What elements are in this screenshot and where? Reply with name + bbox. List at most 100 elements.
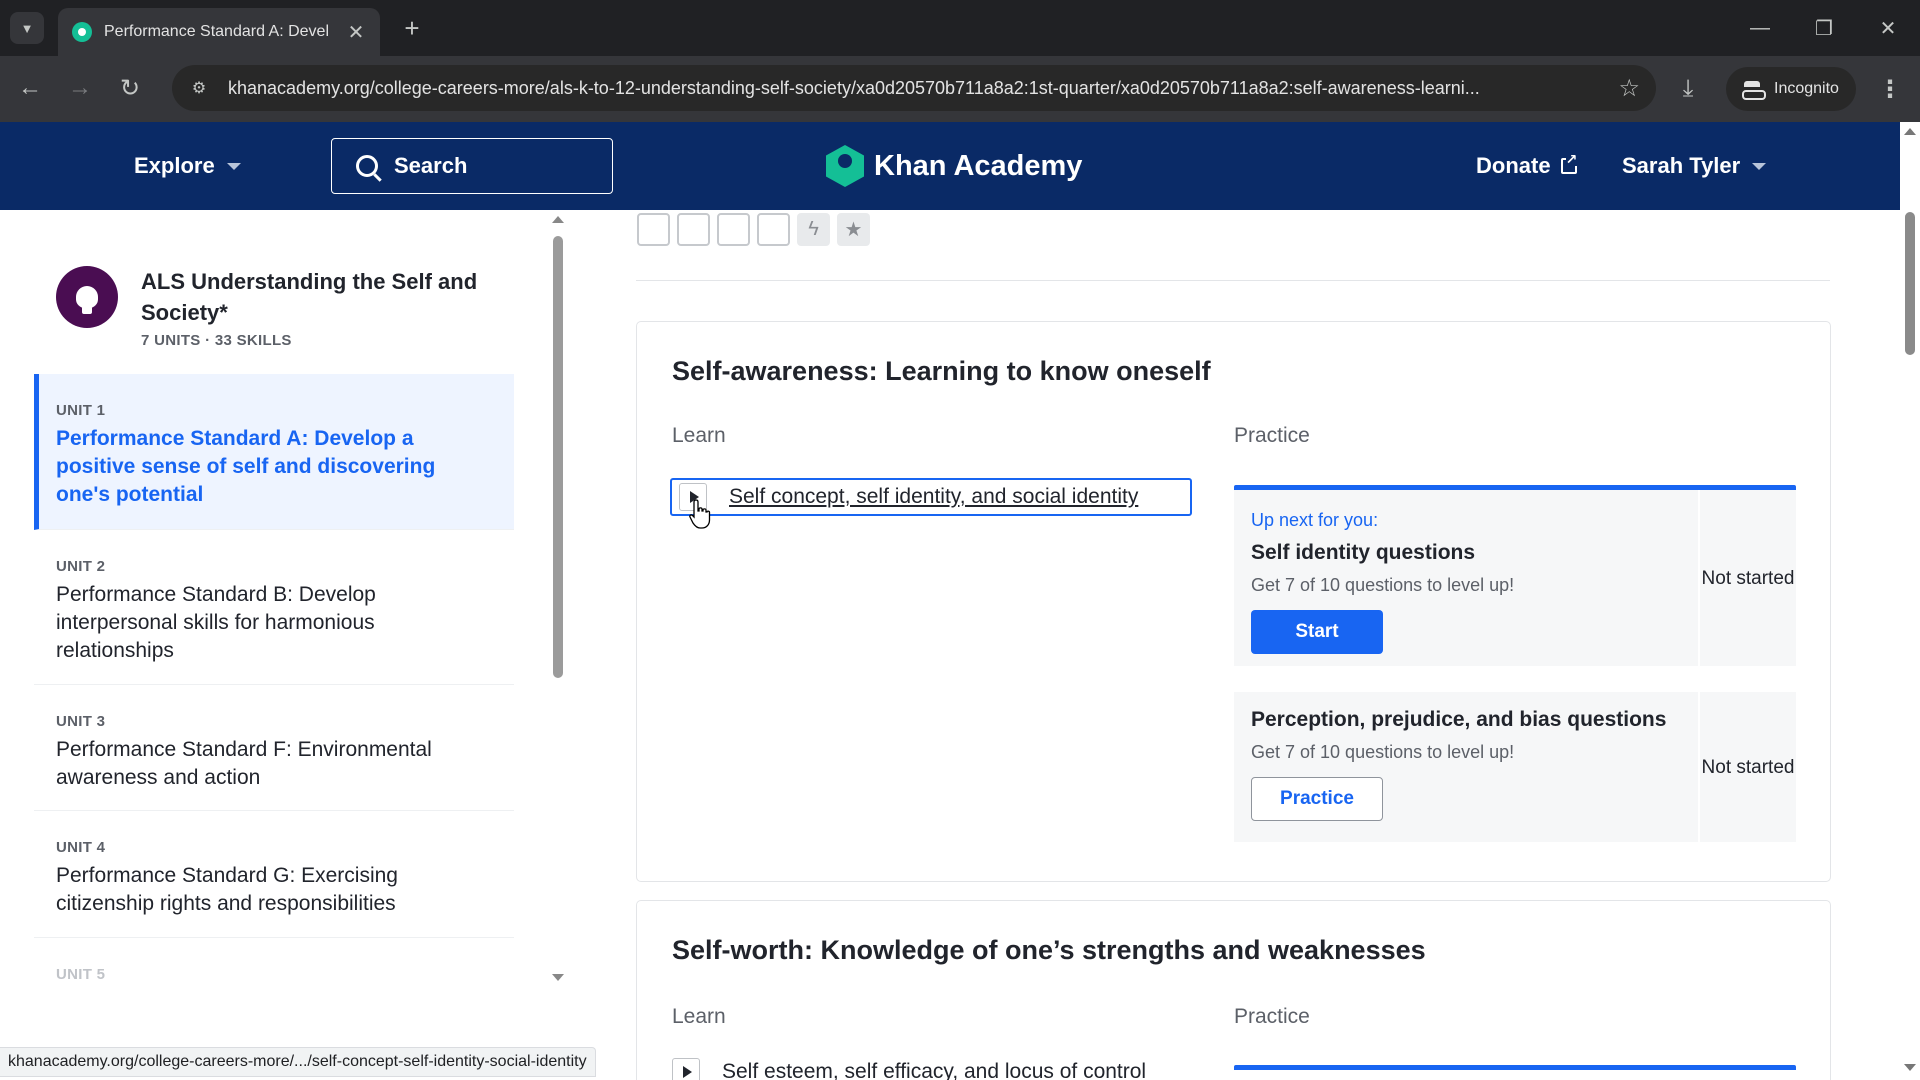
practice-item: Up next for you: Self identity questions… <box>1234 490 1796 666</box>
video-title[interactable]: Self esteem, self efficacy, and locus of… <box>722 1060 1146 1080</box>
khan-academy-logo[interactable]: Khan Academy <box>826 144 1082 188</box>
chevron-down-icon <box>1752 162 1767 170</box>
course-meta: 7 UNITS · 33 SKILLS <box>141 332 292 349</box>
restore-icon[interactable]: ❐ <box>1792 0 1856 56</box>
chevron-down-icon <box>226 162 241 170</box>
start-button[interactable]: Start <box>1251 610 1383 654</box>
page-scroll-down-icon[interactable] <box>1904 1064 1916 1071</box>
sidebar-scrollbar-thumb[interactable] <box>553 236 563 678</box>
incognito-badge[interactable]: Incognito <box>1726 67 1856 111</box>
logo-text: Khan Academy <box>874 149 1083 182</box>
unit-title: Performance Standard G: Exercising citiz… <box>56 864 398 915</box>
bookmark-star-icon[interactable]: ☆ <box>1618 74 1640 103</box>
forward-icon[interactable]: → <box>62 70 98 106</box>
up-next-label: Up next for you: <box>1251 510 1379 530</box>
practice-label: Practice <box>1234 424 1310 447</box>
progress-square <box>717 213 750 246</box>
user-menu[interactable]: Sarah Tyler <box>1622 146 1767 186</box>
unit-title: Performance Standard A: Develop a positi… <box>56 427 436 506</box>
sidebar-unit-2[interactable]: UNIT 2 Performance Standard B: Develop i… <box>34 530 514 685</box>
sidebar-unit-4[interactable]: UNIT 4 Performance Standard G: Exercisin… <box>34 811 514 938</box>
khan-favicon-icon <box>72 22 92 42</box>
practice-subtitle: Get 7 of 10 questions to level up! <box>1251 742 1515 762</box>
video-link[interactable]: Self concept, self identity, and social … <box>670 478 1192 516</box>
unit-label: UNIT 5 <box>56 966 106 983</box>
unit-label: UNIT 4 <box>56 839 106 856</box>
search-icon <box>356 155 378 177</box>
lesson-title[interactable]: Self-awareness: Learning to know oneself <box>672 356 1211 387</box>
practice-title: Self identity questions <box>1251 541 1476 564</box>
sidebar-scroll-down-icon[interactable] <box>552 974 564 981</box>
site-info-icon[interactable]: ⚙ <box>184 73 214 103</box>
sidebar-scroll-up-icon[interactable] <box>552 216 564 223</box>
incognito-icon <box>1742 81 1766 100</box>
sidebar-unit-1[interactable]: UNIT 1 Performance Standard A: Develop a… <box>34 374 514 530</box>
donate-label: Donate <box>1476 153 1551 178</box>
browser-menu-icon[interactable]: ⋮ <box>1874 71 1906 107</box>
sidebar-unit-5[interactable]: UNIT 5 <box>34 938 514 1038</box>
window-close-icon[interactable]: ✕ <box>1856 0 1920 56</box>
browser-tab-bar: ▼ Performance Standard A: Devel ✕ + — ❐ … <box>0 0 1920 56</box>
external-link-icon <box>1560 152 1578 174</box>
incognito-label: Incognito <box>1774 80 1839 97</box>
skill-progress-squares: ϟ ★ <box>637 213 870 246</box>
lightning-icon: ϟ <box>797 213 830 246</box>
url-text[interactable]: khanacademy.org/college-careers-more/als… <box>228 78 1608 99</box>
unit-title: Performance Standard F: Environmental aw… <box>56 738 432 789</box>
user-name: Sarah Tyler <box>1622 153 1741 178</box>
practice-button[interactable]: Practice <box>1251 777 1383 821</box>
download-icon[interactable]: ⤓ <box>1670 71 1706 107</box>
browser-toolbar: ← → ↻ ⚙ khanacademy.org/college-careers-… <box>0 56 1920 122</box>
course-sidebar: ALS Understanding the Self and Society* … <box>0 210 536 1080</box>
lightbulb-icon <box>56 266 118 328</box>
hand-cursor-icon <box>689 499 711 529</box>
unit-title: Performance Standard B: Develop interper… <box>56 583 376 662</box>
tab-search-icon[interactable]: ▼ <box>10 12 44 44</box>
search-button[interactable]: Search <box>331 138 613 194</box>
site-header: Explore Search Khan Academy Donate Sarah… <box>0 122 1900 210</box>
practice-accent-bar <box>1234 1065 1796 1070</box>
page-scroll-up-icon[interactable] <box>1904 128 1916 135</box>
browser-tab[interactable]: Performance Standard A: Devel ✕ <box>58 8 380 56</box>
progress-square <box>677 213 710 246</box>
course-title[interactable]: ALS Understanding the Self and Society* <box>141 266 501 328</box>
video-title[interactable]: Self concept, self identity, and social … <box>729 485 1138 509</box>
tab-close-icon[interactable]: ✕ <box>344 20 368 45</box>
practice-label: Practice <box>1234 1005 1310 1028</box>
minimize-icon[interactable]: — <box>1728 0 1792 56</box>
khan-logo-icon <box>826 145 864 187</box>
donate-link[interactable]: Donate <box>1476 146 1578 186</box>
lesson-card: Self-awareness: Learning to know oneself… <box>636 321 1831 882</box>
unit-label: UNIT 1 <box>56 402 106 419</box>
search-label: Search <box>394 153 468 178</box>
back-icon[interactable]: ← <box>12 70 48 106</box>
status-badge: Not started <box>1698 692 1796 842</box>
tab-title: Performance Standard A: Devel <box>104 23 330 40</box>
video-link[interactable]: Self esteem, self efficacy, and locus of… <box>672 1058 1146 1080</box>
progress-square <box>757 213 790 246</box>
practice-title: Perception, prejudice, and bias question… <box>1251 708 1667 731</box>
practice-item-main: Up next for you: Self identity questions… <box>1234 490 1696 666</box>
lesson-title[interactable]: Self-worth: Knowledge of one’s strengths… <box>672 935 1426 966</box>
section-divider <box>636 280 1830 281</box>
sidebar-unit-3[interactable]: UNIT 3 Performance Standard F: Environme… <box>34 685 514 811</box>
unit-label: UNIT 3 <box>56 713 106 730</box>
link-status-bar: khanacademy.org/college-careers-more/...… <box>0 1047 596 1077</box>
explore-label: Explore <box>134 153 215 178</box>
new-tab-icon[interactable]: + <box>396 12 428 44</box>
star-icon: ★ <box>837 213 870 246</box>
progress-square <box>637 213 670 246</box>
unit-label: UNIT 2 <box>56 558 106 575</box>
explore-menu[interactable]: Explore <box>134 146 241 186</box>
practice-item: Perception, prejudice, and bias question… <box>1234 692 1796 842</box>
practice-subtitle: Get 7 of 10 questions to level up! <box>1251 575 1515 595</box>
learn-label: Learn <box>672 424 726 447</box>
lesson-card: Self-worth: Knowledge of one’s strengths… <box>636 900 1831 1080</box>
reload-icon[interactable]: ↻ <box>112 70 148 106</box>
page-scrollbar-thumb[interactable] <box>1905 212 1915 355</box>
play-icon <box>672 1058 700 1080</box>
address-bar[interactable]: ⚙ khanacademy.org/college-careers-more/a… <box>172 65 1656 111</box>
practice-item-main: Perception, prejudice, and bias question… <box>1234 692 1696 842</box>
learn-label: Learn <box>672 1005 726 1028</box>
status-badge: Not started <box>1698 490 1796 666</box>
